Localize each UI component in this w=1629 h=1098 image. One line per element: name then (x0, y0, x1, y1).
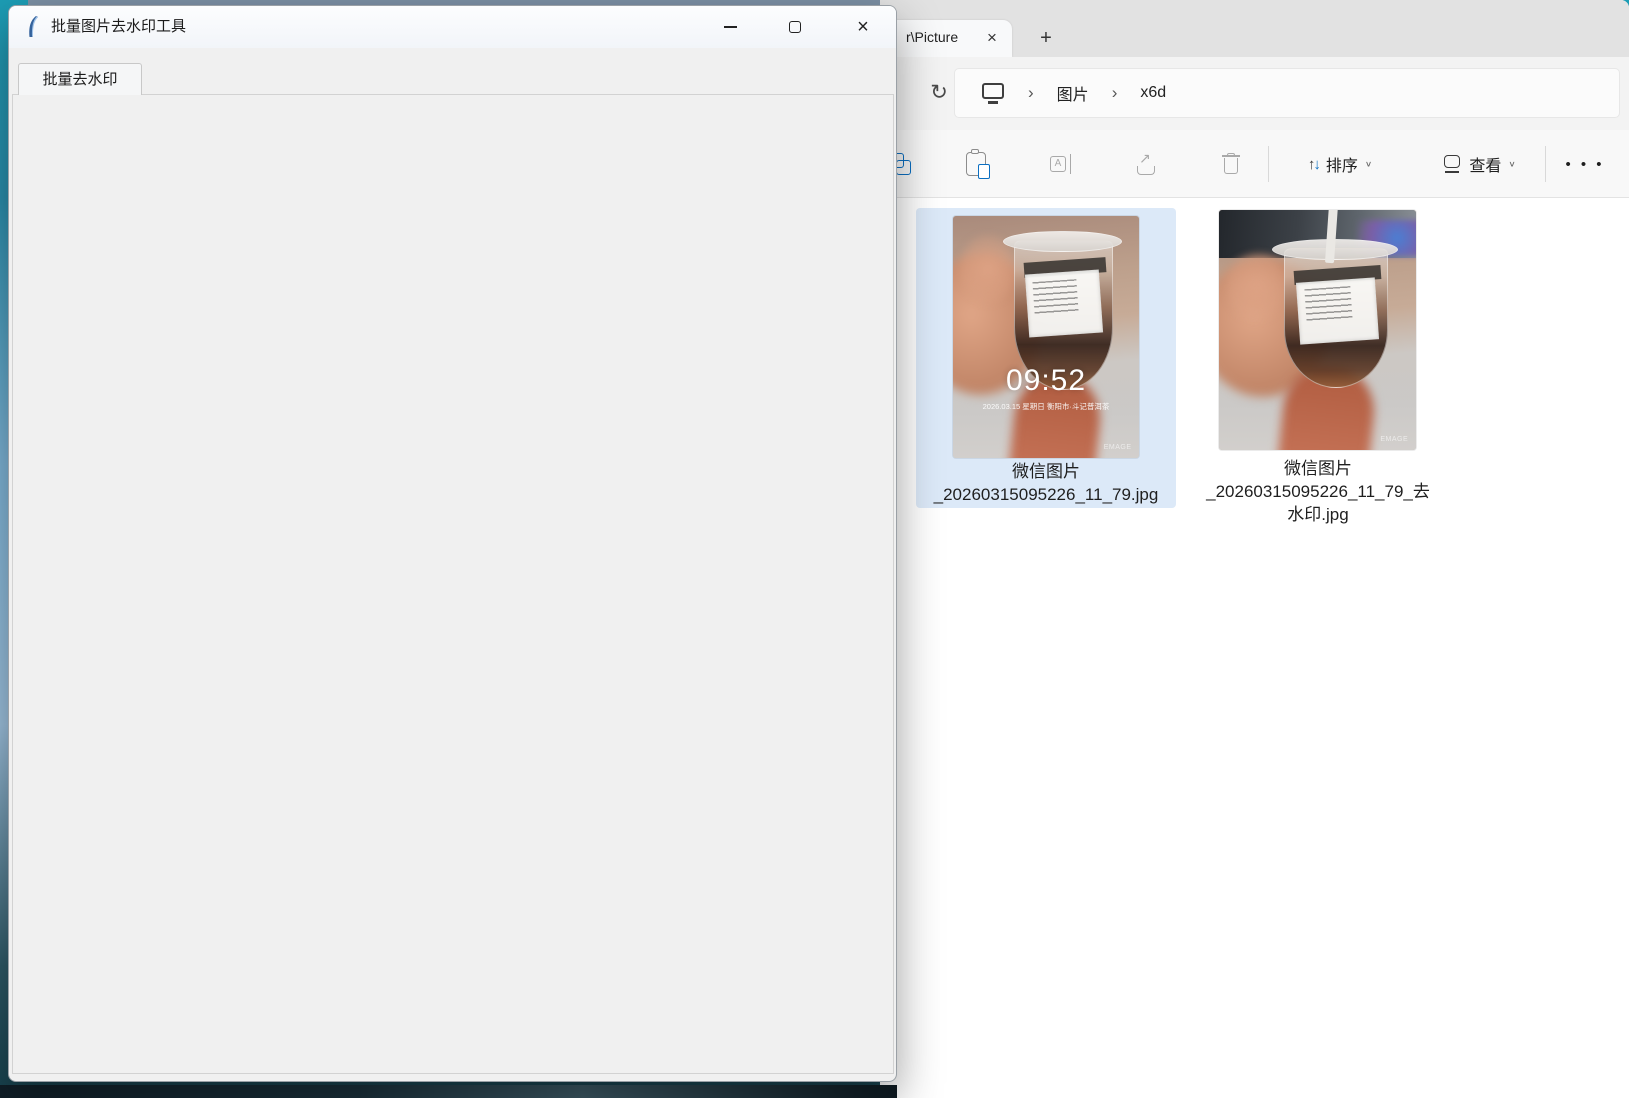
file-tile-dewatermarked[interactable]: EMAGE 微信图片 _20260315095226_11_79_去 水印.jp… (1198, 208, 1438, 538)
chevron-down-icon: ∨ (1508, 160, 1515, 169)
tab-close-icon[interactable]: × (980, 26, 1004, 50)
sort-label: 排序 (1326, 152, 1358, 176)
paste-button[interactable] (958, 130, 994, 198)
app-title-bar[interactable]: 批量图片去水印工具 × (9, 6, 896, 48)
photo-corner-watermark: EMAGE (1380, 436, 1408, 443)
photo-time-watermark: 09:52 (953, 364, 1139, 398)
view-label: 查看 (1469, 152, 1501, 176)
minimize-icon (724, 26, 737, 28)
explorer-tab-strip: r\Picture × + (880, 0, 1629, 57)
minimize-button[interactable] (708, 10, 752, 44)
explorer-tab[interactable]: r\Picture × (880, 20, 1012, 57)
view-button[interactable]: 查看 ∨ (1425, 130, 1535, 198)
taskbar-edge (0, 1085, 897, 1098)
file-tile-original[interactable]: 09:52 2026.03.15 星期日 衡阳市·斗记普洱茶 EMAGE 微信图… (916, 208, 1176, 508)
explorer-tab-title: r\Picture (906, 29, 960, 49)
photo-thumbnail-original: 09:52 2026.03.15 星期日 衡阳市·斗记普洱茶 EMAGE (953, 216, 1139, 458)
tk-feather-icon (23, 15, 45, 39)
app-window: 批量图片去水印工具 × 批量去水印 参数设置 输入文件夹: 选择文件夹 去水印提… (8, 5, 897, 1082)
file-name-line: 微信图片 (1284, 457, 1352, 480)
explorer-window: r\Picture × + ↻ › 图片 › x6d A ↗ (880, 0, 1629, 1098)
toolbar-divider (1268, 146, 1269, 182)
photo-thumbnail-dewatermarked: EMAGE (1219, 210, 1416, 450)
breadcrumb-item-pictures[interactable]: 图片 (1057, 81, 1089, 105)
maximize-icon (789, 21, 801, 33)
close-button[interactable]: × (841, 10, 885, 44)
maximize-button[interactable] (773, 10, 817, 44)
trash-icon (1222, 153, 1240, 175)
more-options-button[interactable]: • • • (1555, 130, 1615, 198)
refresh-icon[interactable]: ↻ (924, 75, 954, 111)
breadcrumb-chevron-icon: › (1112, 83, 1118, 103)
file-name-line: 水印.jpg (1287, 503, 1348, 526)
notebook-tab-batch[interactable]: 批量去水印 (18, 63, 142, 95)
file-name-line: _20260315095226_11_79.jpg (934, 483, 1159, 506)
share-button[interactable]: ↗ (1128, 130, 1164, 198)
breadcrumb-chevron-icon: › (1028, 83, 1034, 103)
notebook-pane (12, 94, 894, 1074)
explorer-command-bar: A ↗ ↑↓ 排序 ∨ 查看 ∨ • • • (880, 130, 1629, 198)
sort-button[interactable]: ↑↓ 排序 ∨ (1285, 130, 1395, 198)
app-window-title: 批量图片去水印工具 (51, 6, 186, 48)
share-icon: ↗ (1135, 153, 1157, 175)
file-name-line: _20260315095226_11_79_去 (1206, 480, 1430, 503)
explorer-file-list: 09:52 2026.03.15 星期日 衡阳市·斗记普洱茶 EMAGE 微信图… (880, 199, 1629, 1098)
close-icon: × (857, 17, 869, 37)
file-name-line: 微信图片 (1012, 460, 1080, 483)
view-icon (1444, 155, 1462, 173)
rename-icon: A (1050, 154, 1072, 174)
this-pc-icon[interactable] (981, 83, 1005, 104)
sort-arrows-icon: ↑↓ (1308, 156, 1319, 173)
chevron-down-icon: ∨ (1365, 160, 1372, 169)
explorer-address-row: ↻ › 图片 › x6d (880, 57, 1629, 130)
paste-icon (966, 152, 986, 176)
breadcrumb-item-x6d[interactable]: x6d (1140, 84, 1166, 102)
delete-button[interactable] (1213, 130, 1249, 198)
rename-button[interactable]: A (1043, 130, 1079, 198)
photo-caption-watermark: 2026.03.15 星期日 衡阳市·斗记普洱茶 (953, 401, 1139, 412)
toolbar-divider (1545, 146, 1546, 182)
photo-corner-watermark: EMAGE (1104, 444, 1132, 451)
new-tab-button[interactable]: + (1032, 24, 1060, 52)
address-bar[interactable]: › 图片 › x6d (954, 68, 1620, 118)
